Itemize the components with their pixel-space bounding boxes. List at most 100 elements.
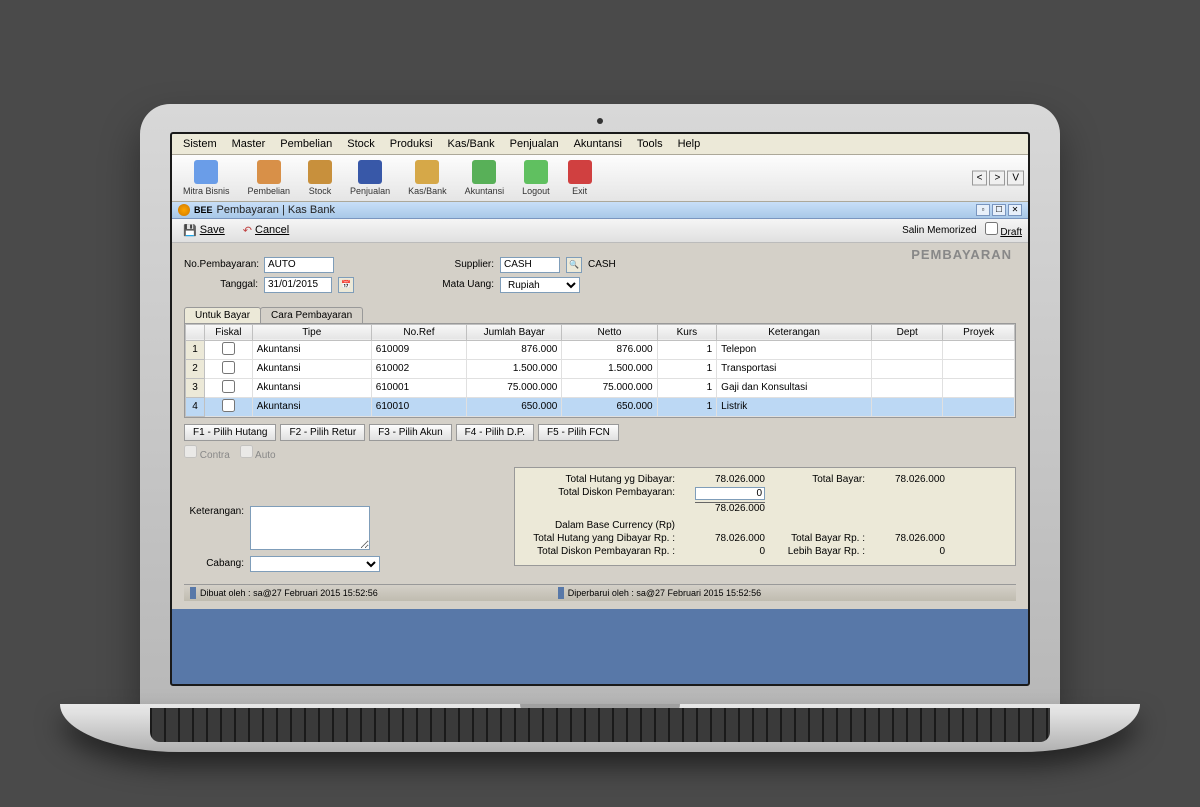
keterangan-label: Keterangan: [184,506,244,517]
keterangan-input[interactable] [250,506,370,550]
supplier-name: CASH [588,259,616,270]
cabang-select[interactable] [250,556,380,572]
supplier-input[interactable] [500,257,560,273]
col-dept[interactable]: Dept [872,324,943,340]
currency-select[interactable]: Rupiah [500,277,580,293]
total-hutang-label: Total Hutang yg Dibayar: [525,474,675,485]
nav-dropdown[interactable]: V [1007,170,1024,185]
close-icon[interactable]: ✕ [1008,204,1022,216]
f3-pilih-akun[interactable]: F3 - Pilih Akun [369,424,451,441]
auto-checkbox: Auto [240,445,276,461]
supplier-label: Supplier: [434,259,494,270]
col-netto[interactable]: Netto [562,324,657,340]
total-bayar-value: 78.026.000 [885,474,945,485]
created-by-label: Dibuat oleh : [200,588,251,598]
cabang-label: Cabang: [184,558,244,569]
tool-kasbank[interactable]: Kas/Bank [399,157,456,199]
tool-exit[interactable]: Exit [559,157,601,199]
minimize-icon[interactable]: ▫ [976,204,990,216]
chart-icon [472,160,496,184]
tool-stock[interactable]: Stock [299,157,341,199]
tab-untuk-bayar[interactable]: Untuk Bayar [184,307,261,323]
fiskal-checkbox[interactable] [222,361,235,374]
page-title: PEMBAYARAN [911,247,1012,262]
logo-text: BEE [194,205,213,215]
f4-pilih-dp[interactable]: F4 - Pilih D.P. [456,424,534,441]
memorized-link[interactable]: Salin Memorized [902,225,976,236]
contra-checkbox: Contra [184,445,230,461]
base-currency-header: Dalam Base Currency (Rp) [525,520,675,531]
fiskal-checkbox[interactable] [222,342,235,355]
search-icon[interactable]: 🔍 [566,257,582,273]
window-title: Pembayaran | Kas Bank [217,204,335,216]
menu-pembelian[interactable]: Pembelian [273,136,339,152]
window-titlebar: BEE Pembayaran | Kas Bank ▫ ☐ ✕ [172,202,1028,219]
menu-tools[interactable]: Tools [630,136,670,152]
col-keterangan[interactable]: Keterangan [717,324,872,340]
fiskal-checkbox[interactable] [222,399,235,412]
menu-help[interactable]: Help [671,136,708,152]
f2-pilih-retur[interactable]: F2 - Pilih Retur [280,424,365,441]
toolbar: Mitra Bisnis Pembelian Stock Penjualan K… [172,155,1028,202]
menubar: Sistem Master Pembelian Stock Produksi K… [172,134,1028,155]
tool-mitra-bisnis[interactable]: Mitra Bisnis [174,157,239,199]
maximize-icon[interactable]: ☐ [992,204,1006,216]
menu-master[interactable]: Master [225,136,273,152]
tool-pembelian[interactable]: Pembelian [239,157,300,199]
hutang-rp-label: Total Hutang yang Dibayar Rp. : [525,533,675,544]
col-proyek[interactable]: Proyek [943,324,1015,340]
menu-kasbank[interactable]: Kas/Bank [441,136,502,152]
table-row[interactable]: 1Akuntansi610009876.000876.0001Telepon [186,340,1015,359]
tanggal-input[interactable] [264,277,332,293]
table-row[interactable]: 4Akuntansi610010650.000650.0001Listrik [186,397,1015,416]
f1-pilih-hutang[interactable]: F1 - Pilih Hutang [184,424,276,441]
menu-stock[interactable]: Stock [340,136,382,152]
nav-next[interactable]: > [989,170,1005,185]
people-icon [194,160,218,184]
tool-logout[interactable]: Logout [513,157,559,199]
cancel-button[interactable]: ↶Cancel [238,222,294,239]
tool-penjualan[interactable]: Penjualan [341,157,399,199]
f5-pilih-fcn[interactable]: F5 - Pilih FCN [538,424,619,441]
updated-by-label: Diperbarui oleh : [568,588,634,598]
tab-cara-pembayaran[interactable]: Cara Pembayaran [260,307,363,323]
table-row[interactable]: 3Akuntansi61000175.000.00075.000.0001Gaj… [186,378,1015,397]
menu-produksi[interactable]: Produksi [383,136,440,152]
col-jumlah[interactable]: Jumlah Bayar [467,324,562,340]
table-row[interactable]: 2Akuntansi6100021.500.0001.500.0001Trans… [186,359,1015,378]
payment-grid[interactable]: Fiskal Tipe No.Ref Jumlah Bayar Netto Ku… [184,323,1016,418]
logo-icon [178,204,190,216]
total-diskon-label: Total Diskon Pembayaran: [525,487,675,500]
menu-sistem[interactable]: Sistem [176,136,224,152]
action-bar: 💾Save ↶Cancel Salin Memorized Draft [172,219,1028,243]
logout-icon [524,160,548,184]
lebih-bayar-value: 0 [885,546,945,557]
subtotal-value: 78.026.000 [695,502,765,514]
save-button[interactable]: 💾Save [178,222,230,239]
bayar-rp-label: Total Bayar Rp. : [785,533,865,544]
col-kurs[interactable]: Kurs [657,324,717,340]
no-pembayaran-input[interactable] [264,257,334,273]
total-diskon-input[interactable]: 0 [695,487,765,500]
col-noref[interactable]: No.Ref [371,324,466,340]
col-tipe[interactable]: Tipe [252,324,371,340]
statusbar: Dibuat oleh : sa@27 Februari 2015 15:52:… [184,584,1016,601]
calendar-icon[interactable]: 📅 [338,277,354,293]
tool-akuntansi[interactable]: Akuntansi [456,157,514,199]
save-icon: 💾 [183,224,197,237]
draft-checkbox[interactable]: Draft [985,222,1022,238]
content-area: PEMBAYARAN No.Pembayaran: Tanggal: 📅 [172,243,1028,609]
nav-prev[interactable]: < [972,170,988,185]
tanggal-label: Tanggal: [184,279,258,290]
lebih-bayar-label: Lebih Bayar Rp. : [785,546,865,557]
updated-by-value: sa@27 Februari 2015 15:52:56 [636,588,761,598]
fiskal-checkbox[interactable] [222,380,235,393]
col-fiskal[interactable]: Fiskal [205,324,253,340]
total-hutang-value: 78.026.000 [695,474,765,485]
power-icon [568,160,592,184]
menu-penjualan[interactable]: Penjualan [503,136,566,152]
menu-akuntansi[interactable]: Akuntansi [567,136,629,152]
books-icon [257,160,281,184]
box-icon [308,160,332,184]
no-pembayaran-label: No.Pembayaran: [184,259,258,270]
